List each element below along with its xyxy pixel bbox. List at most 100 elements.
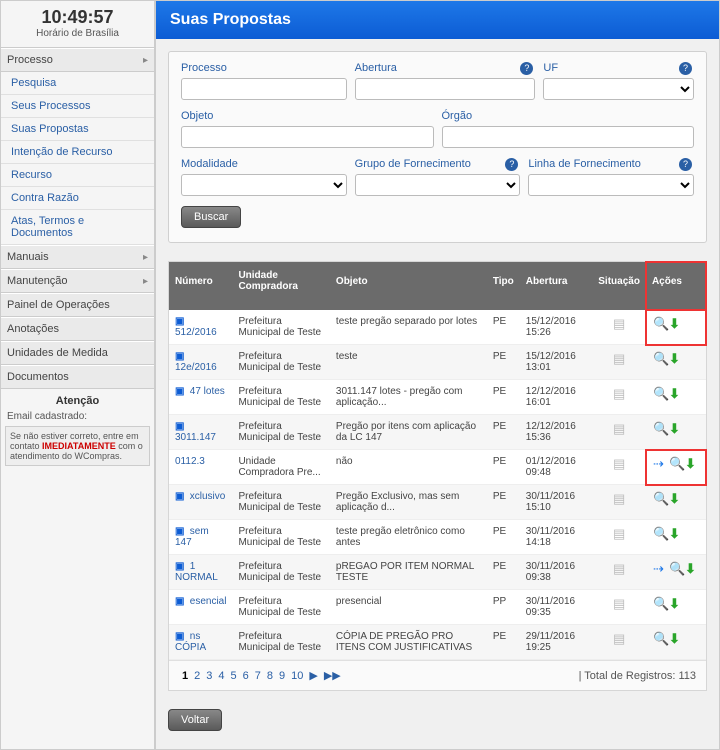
download-icon[interactable]: ⬇ bbox=[669, 491, 683, 505]
expand-icon[interactable]: ▣ bbox=[175, 386, 185, 396]
menu-item[interactable]: Intenção de Recurso bbox=[1, 141, 154, 164]
download-icon[interactable]: ⬇ bbox=[685, 561, 699, 575]
expand-icon[interactable]: ▣ bbox=[175, 421, 185, 431]
document-icon[interactable]: ▤ bbox=[613, 526, 625, 541]
document-icon[interactable]: ▤ bbox=[613, 456, 625, 471]
view-icon[interactable]: 🔍 bbox=[653, 596, 667, 610]
view-icon[interactable]: 🔍 bbox=[653, 491, 667, 505]
expand-icon[interactable]: ▣ bbox=[175, 596, 185, 606]
col-situacao: Situação bbox=[592, 262, 646, 310]
table-row: ▣ 512/2016Prefeitura Municipal de Testet… bbox=[169, 310, 706, 345]
help-icon[interactable]: ? bbox=[679, 158, 692, 171]
page-link[interactable]: 4 bbox=[218, 670, 224, 682]
page-link[interactable]: 3 bbox=[206, 670, 212, 682]
menu-item[interactable]: Suas Propostas bbox=[1, 118, 154, 141]
cell-numero[interactable]: ▣ ns CÓPIA bbox=[169, 625, 232, 660]
select-uf[interactable] bbox=[543, 78, 694, 100]
menu-item[interactable]: Seus Processos bbox=[1, 95, 154, 118]
document-icon[interactable]: ▤ bbox=[613, 386, 625, 401]
cell-numero[interactable]: ▣ sem 147 bbox=[169, 520, 232, 555]
cell-unidade: Unidade Compradora Pre... bbox=[232, 450, 329, 485]
expand-icon[interactable]: ▣ bbox=[175, 351, 185, 361]
download-icon[interactable]: ⬇ bbox=[685, 456, 699, 470]
menu-item[interactable]: Contra Razão bbox=[1, 187, 154, 210]
document-icon[interactable]: ▤ bbox=[613, 491, 625, 506]
view-icon[interactable]: 🔍 bbox=[669, 561, 683, 575]
menu-section[interactable]: Processo▸ bbox=[1, 48, 154, 72]
document-icon[interactable]: ▤ bbox=[613, 596, 625, 611]
menu-single[interactable]: Unidades de Medida bbox=[1, 341, 154, 365]
page-link[interactable]: 8 bbox=[267, 670, 273, 682]
cell-numero[interactable]: ▣ 1 NORMAL bbox=[169, 555, 232, 590]
table-row: 0112.3Unidade Compradora Pre...nãoPE01/1… bbox=[169, 450, 706, 485]
cell-numero[interactable]: ▣ xclusivo bbox=[169, 485, 232, 520]
view-icon[interactable]: 🔍 bbox=[653, 351, 667, 365]
page-next-icon[interactable]: ▶▶ bbox=[324, 670, 341, 682]
view-icon[interactable]: 🔍 bbox=[653, 421, 667, 435]
page-link[interactable]: 10 bbox=[291, 670, 303, 682]
cell-numero[interactable]: ▣ 512/2016 bbox=[169, 310, 232, 345]
cell-tipo: PE bbox=[487, 520, 520, 555]
page-link[interactable]: 1 bbox=[182, 670, 188, 682]
table-row: ▣ 12e/2016Prefeitura Municipal de Testet… bbox=[169, 345, 706, 380]
view-icon[interactable]: 🔍 bbox=[669, 456, 683, 470]
input-objeto[interactable] bbox=[181, 126, 434, 148]
cell-numero[interactable]: ▣ 3011.147 bbox=[169, 415, 232, 450]
page-link[interactable]: 9 bbox=[279, 670, 285, 682]
cell-numero[interactable]: ▣ esencial bbox=[169, 590, 232, 625]
expand-icon[interactable]: ▣ bbox=[175, 491, 185, 501]
download-icon[interactable]: ⬇ bbox=[669, 596, 683, 610]
download-icon[interactable]: ⬇ bbox=[669, 316, 683, 330]
menu-section[interactable]: Manuais▸ bbox=[1, 245, 154, 269]
download-icon[interactable]: ⬇ bbox=[669, 421, 683, 435]
select-linha[interactable] bbox=[528, 174, 694, 196]
col-objeto: Objeto bbox=[330, 262, 487, 310]
page-link[interactable]: 2 bbox=[194, 670, 200, 682]
extra-action-icon[interactable]: ⇢ bbox=[653, 561, 667, 575]
expand-icon[interactable]: ▣ bbox=[175, 316, 185, 326]
download-icon[interactable]: ⬇ bbox=[669, 631, 683, 645]
document-icon[interactable]: ▤ bbox=[613, 351, 625, 366]
menu-single[interactable]: Documentos bbox=[1, 365, 154, 389]
expand-icon[interactable]: ▣ bbox=[175, 631, 185, 641]
help-icon[interactable]: ? bbox=[679, 62, 692, 75]
page-link[interactable]: 5 bbox=[231, 670, 237, 682]
menu-item[interactable]: Recurso bbox=[1, 164, 154, 187]
download-icon[interactable]: ⬇ bbox=[669, 351, 683, 365]
menu-item[interactable]: Atas, Termos e Documentos bbox=[1, 210, 154, 245]
menu-section[interactable]: Manutenção▸ bbox=[1, 269, 154, 293]
input-orgao[interactable] bbox=[442, 126, 695, 148]
cell-tipo: PE bbox=[487, 625, 520, 660]
cell-abertura: 12/12/2016 16:01 bbox=[520, 380, 592, 415]
document-icon[interactable]: ▤ bbox=[613, 316, 625, 331]
cell-tipo: PE bbox=[487, 345, 520, 380]
expand-icon[interactable]: ▣ bbox=[175, 526, 185, 536]
view-icon[interactable]: 🔍 bbox=[653, 526, 667, 540]
cell-numero[interactable]: ▣ 47 lotes bbox=[169, 380, 232, 415]
document-icon[interactable]: ▤ bbox=[613, 421, 625, 436]
document-icon[interactable]: ▤ bbox=[613, 631, 625, 646]
select-modalidade[interactable] bbox=[181, 174, 347, 196]
buscar-button[interactable]: Buscar bbox=[181, 206, 241, 228]
page-link[interactable]: 6 bbox=[243, 670, 249, 682]
page-link[interactable]: 7 bbox=[255, 670, 261, 682]
view-icon[interactable]: 🔍 bbox=[653, 316, 667, 330]
expand-icon[interactable]: ▣ bbox=[175, 561, 185, 571]
voltar-button[interactable]: Voltar bbox=[168, 709, 222, 731]
menu-single[interactable]: Painel de Operações bbox=[1, 293, 154, 317]
select-grupo[interactable] bbox=[355, 174, 521, 196]
view-icon[interactable]: 🔍 bbox=[653, 386, 667, 400]
download-icon[interactable]: ⬇ bbox=[669, 526, 683, 540]
input-processo[interactable] bbox=[181, 78, 347, 100]
download-icon[interactable]: ⬇ bbox=[669, 386, 683, 400]
view-icon[interactable]: 🔍 bbox=[653, 631, 667, 645]
document-icon[interactable]: ▤ bbox=[613, 561, 625, 576]
menu-item[interactable]: Pesquisa bbox=[1, 72, 154, 95]
cell-numero[interactable]: 0112.3 bbox=[169, 450, 232, 485]
col-unidade: Unidade Compradora bbox=[232, 262, 329, 310]
cell-numero[interactable]: ▣ 12e/2016 bbox=[169, 345, 232, 380]
menu-single[interactable]: Anotações bbox=[1, 317, 154, 341]
extra-action-icon[interactable]: ⇢ bbox=[653, 456, 667, 470]
page-next-icon[interactable]: ▶ bbox=[309, 670, 317, 682]
input-abertura[interactable] bbox=[355, 78, 536, 100]
